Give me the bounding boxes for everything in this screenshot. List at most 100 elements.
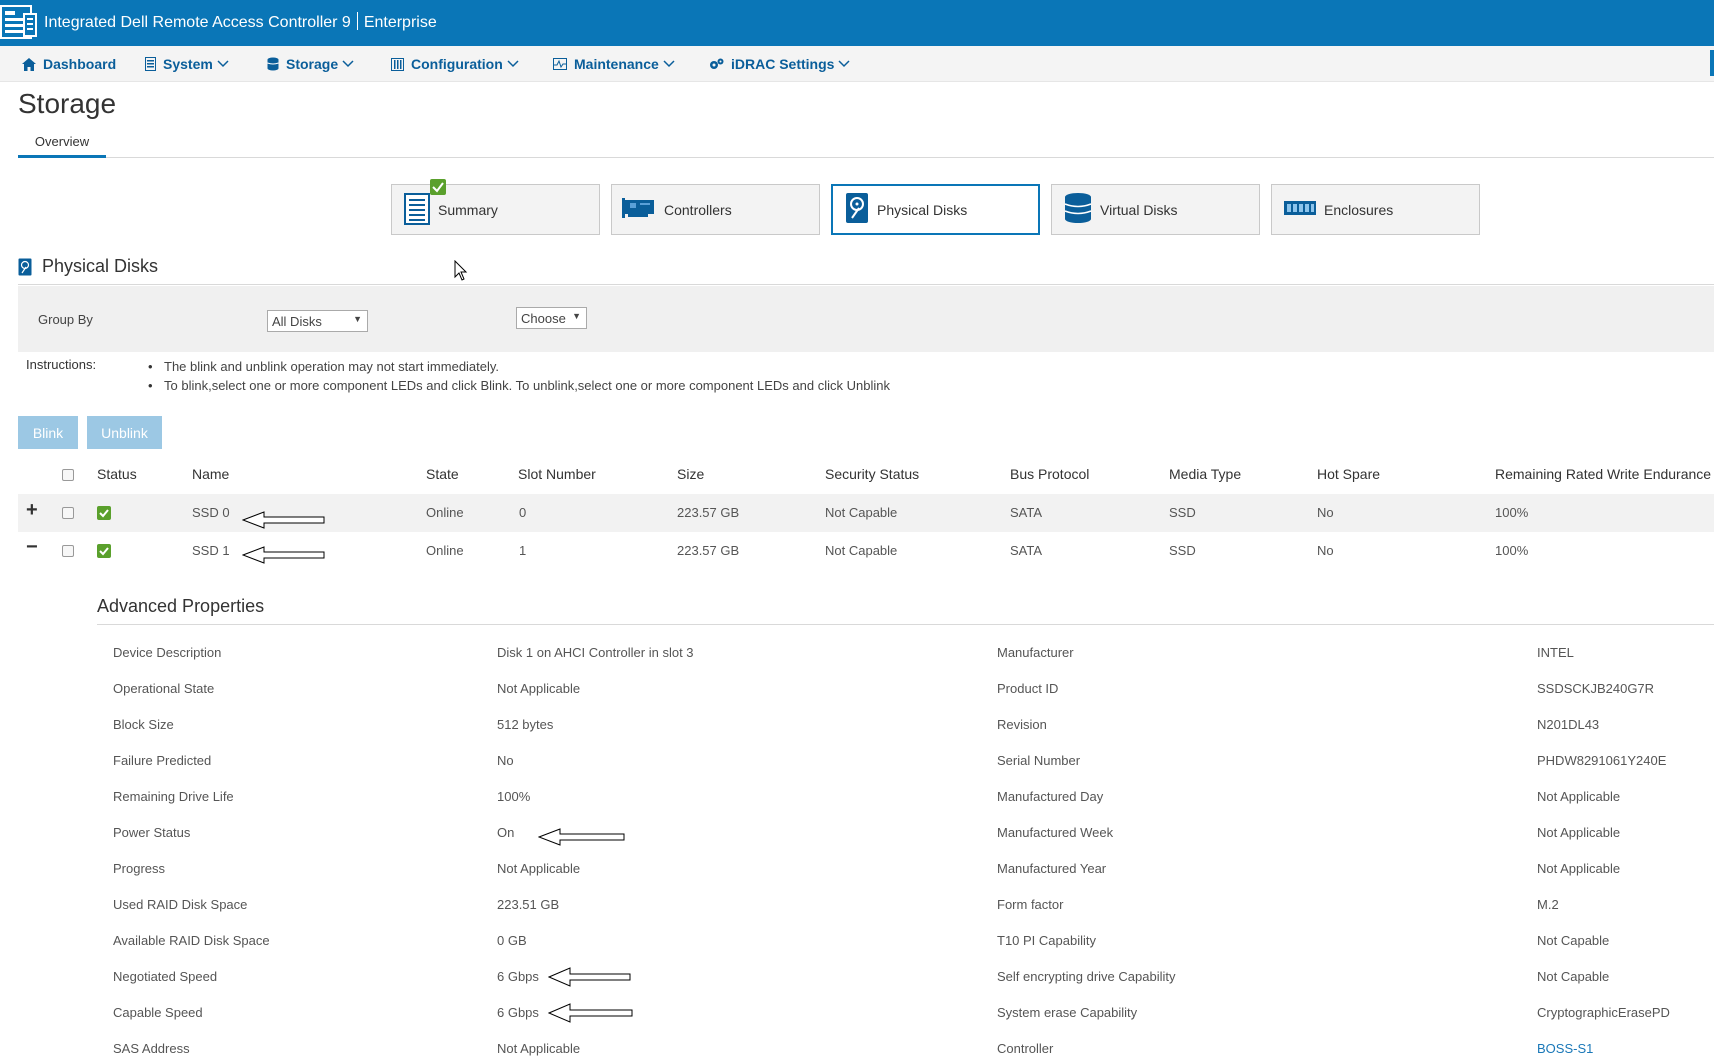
column-header-media-type[interactable]: Media Type bbox=[1169, 466, 1241, 482]
column-header-size[interactable]: Size bbox=[677, 466, 704, 482]
annotation-arrow-icon bbox=[548, 967, 631, 987]
disk-slot: 0 bbox=[519, 505, 527, 520]
prop-value: CryptographicErasePD bbox=[1537, 1005, 1670, 1020]
status-ok-icon bbox=[97, 506, 111, 520]
choose-select[interactable]: Choose ▼ bbox=[516, 307, 587, 329]
status-ok-icon bbox=[97, 544, 111, 558]
controller-link[interactable]: BOSS-S1 bbox=[1537, 1041, 1593, 1056]
nav-system-label: System bbox=[163, 56, 213, 72]
disk-security-status: Not Capable bbox=[825, 505, 898, 520]
idrac-logo-icon bbox=[0, 5, 37, 39]
disk-hot-spare: No bbox=[1317, 543, 1334, 558]
unblink-button[interactable]: Unblink bbox=[87, 416, 162, 449]
enclosure-icon bbox=[1284, 201, 1316, 218]
pulse-icon bbox=[553, 58, 567, 70]
column-header-hot-spare[interactable]: Hot Spare bbox=[1317, 466, 1380, 482]
tile-controllers[interactable]: Controllers bbox=[611, 184, 820, 235]
chevron-down-icon bbox=[507, 60, 519, 68]
prop-label: Revision bbox=[997, 717, 1047, 732]
disk-name: SSD 0 bbox=[192, 505, 230, 520]
prop-label: Operational State bbox=[113, 681, 215, 696]
prop-label: Controller bbox=[997, 1041, 1054, 1056]
prop-label: Manufactured Day bbox=[997, 789, 1104, 804]
top-header-bar: Integrated Dell Remote Access Controller… bbox=[0, 0, 1714, 46]
column-header-security-status[interactable]: Security Status bbox=[825, 466, 919, 482]
database-icon bbox=[267, 57, 279, 71]
controller-card-icon bbox=[622, 196, 656, 223]
group-by-select[interactable]: All Disks ▼ bbox=[267, 310, 368, 332]
virtual-disk-icon bbox=[1064, 192, 1092, 227]
column-header-bus-protocol[interactable]: Bus Protocol bbox=[1010, 466, 1089, 482]
prop-value: 100% bbox=[497, 789, 531, 804]
prop-value: INTEL bbox=[1537, 645, 1574, 660]
nav-storage[interactable]: Storage bbox=[267, 56, 354, 72]
nav-idrac-settings[interactable]: iDRAC Settings bbox=[709, 56, 850, 72]
tab-overview[interactable]: Overview bbox=[18, 132, 106, 158]
disk-media-type: SSD bbox=[1169, 505, 1196, 520]
prop-value: Disk 1 on AHCI Controller in slot 3 bbox=[497, 645, 694, 660]
prop-label: Manufacturer bbox=[997, 645, 1074, 660]
dropdown-arrow-icon: ▼ bbox=[353, 314, 362, 324]
prop-label: Remaining Drive Life bbox=[113, 789, 234, 804]
prop-value: N201DL43 bbox=[1537, 717, 1600, 732]
prop-label: Capable Speed bbox=[113, 1005, 203, 1020]
prop-label: Serial Number bbox=[997, 753, 1081, 768]
prop-value: 6 Gbps bbox=[497, 1005, 539, 1020]
nav-configuration-label: Configuration bbox=[411, 56, 503, 72]
select-all-checkbox[interactable] bbox=[62, 469, 74, 481]
nav-configuration[interactable]: Configuration bbox=[391, 56, 519, 72]
column-header-remaining-write-endurance[interactable]: Remaining Rated Write Endurance bbox=[1495, 466, 1711, 482]
tile-enclosures[interactable]: Enclosures bbox=[1271, 184, 1480, 235]
physical-disk-icon bbox=[18, 258, 32, 275]
prop-value: 6 Gbps bbox=[497, 969, 539, 984]
blink-button[interactable]: Blink bbox=[18, 416, 78, 449]
instruction-item: To blink,select one or more component LE… bbox=[148, 376, 890, 395]
prop-value: PHDW8291061Y240E bbox=[1537, 753, 1667, 768]
chevron-down-icon bbox=[217, 60, 229, 68]
nav-maintenance[interactable]: Maintenance bbox=[553, 56, 675, 72]
nav-maintenance-label: Maintenance bbox=[574, 56, 659, 72]
disk-state: Online bbox=[426, 543, 464, 558]
nav-dashboard[interactable]: Dashboard bbox=[22, 56, 116, 72]
disk-hot-spare: No bbox=[1317, 505, 1334, 520]
annotation-arrow-icon bbox=[548, 1003, 633, 1023]
disk-size: 223.57 GB bbox=[677, 543, 740, 558]
app-title-text: Integrated Dell Remote Access Controller… bbox=[44, 14, 351, 31]
check-badge-icon bbox=[430, 179, 446, 195]
disk-size: 223.57 GB bbox=[677, 505, 740, 520]
instruction-item: The blink and unblink operation may not … bbox=[148, 357, 890, 376]
nav-idrac-settings-label: iDRAC Settings bbox=[731, 56, 835, 72]
nav-edge-marker bbox=[1710, 50, 1714, 76]
chevron-down-icon bbox=[342, 60, 354, 68]
expand-row-icon[interactable]: + bbox=[26, 499, 38, 522]
group-by-value: All Disks bbox=[272, 314, 322, 329]
row-checkbox[interactable] bbox=[62, 545, 74, 557]
app-title: Integrated Dell Remote Access Controller… bbox=[44, 12, 437, 32]
prop-value: Not Applicable bbox=[497, 861, 581, 876]
nav-system[interactable]: System bbox=[145, 56, 229, 72]
prop-label: Manufactured Week bbox=[997, 825, 1114, 840]
prop-value: 0 GB bbox=[497, 933, 527, 948]
row-checkbox[interactable] bbox=[62, 507, 74, 519]
filter-band: Group By All Disks ▼ Choose ▼ bbox=[18, 286, 1714, 352]
prop-label: Failure Predicted bbox=[113, 753, 212, 768]
prop-label: Available RAID Disk Space bbox=[113, 933, 270, 948]
disk-bus-protocol: SATA bbox=[1010, 543, 1043, 558]
column-header-name[interactable]: Name bbox=[192, 466, 229, 482]
prop-label: Block Size bbox=[113, 717, 174, 732]
section-title: Physical Disks bbox=[42, 256, 159, 276]
tile-summary[interactable]: Summary bbox=[391, 179, 600, 235]
prop-value: Not Capable bbox=[1537, 933, 1610, 948]
advanced-properties-divider bbox=[97, 624, 1714, 625]
tile-physical-disks[interactable]: Physical Disks bbox=[831, 184, 1040, 235]
mouse-cursor-icon bbox=[454, 260, 468, 281]
collapse-row-icon[interactable]: − bbox=[26, 536, 38, 559]
main-navigation: Dashboard System Storage Configuration M… bbox=[0, 46, 1714, 82]
column-header-state[interactable]: State bbox=[426, 466, 459, 482]
tile-virtual-disks[interactable]: Virtual Disks bbox=[1051, 184, 1260, 235]
column-header-status[interactable]: Status bbox=[97, 466, 137, 482]
prop-value: Not Capable bbox=[1537, 969, 1610, 984]
tab-strip: Overview bbox=[18, 132, 1714, 158]
prop-value: Not Applicable bbox=[1537, 825, 1621, 840]
column-header-slot-number[interactable]: Slot Number bbox=[518, 466, 596, 482]
